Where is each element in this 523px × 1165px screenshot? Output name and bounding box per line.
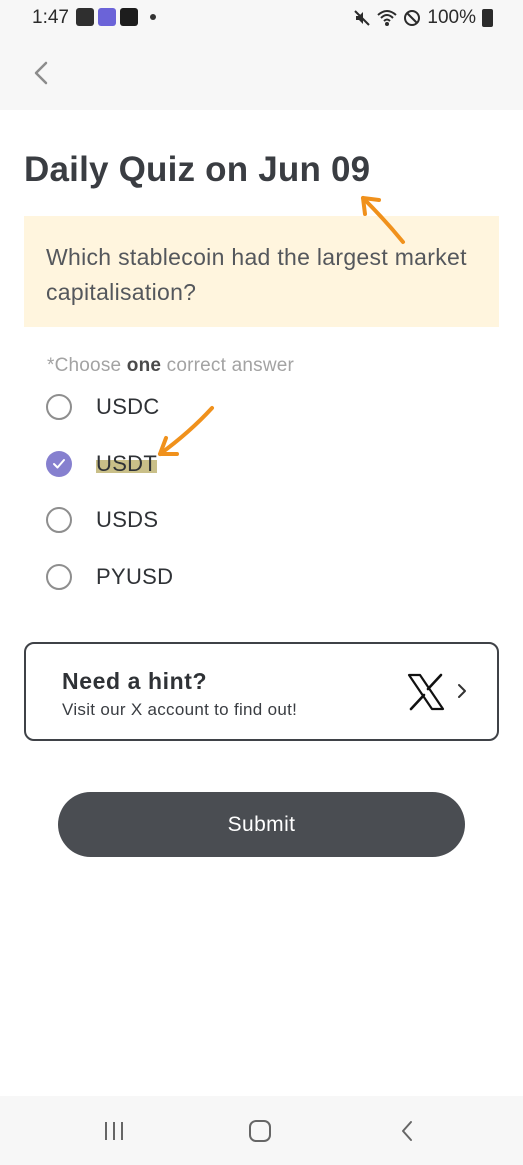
- instruction-suffix: correct answer: [161, 355, 295, 376]
- back-button[interactable]: [26, 56, 56, 90]
- instruction-emphasis: one: [126, 355, 162, 376]
- home-button[interactable]: [245, 1116, 275, 1146]
- status-icons-left: [76, 8, 156, 26]
- x-logo-icon: [407, 673, 445, 711]
- option-usds[interactable]: USDS: [46, 503, 158, 537]
- chevron-left-icon: [34, 61, 48, 85]
- option-pyusd[interactable]: PYUSD: [46, 560, 173, 594]
- battery-icon: [482, 9, 493, 27]
- radio-button[interactable]: [46, 564, 72, 590]
- app-header: [0, 36, 523, 110]
- option-usdt[interactable]: USDT: [46, 447, 158, 481]
- submit-button[interactable]: Submit: [58, 792, 465, 857]
- instruction-prefix: *Choose: [47, 355, 127, 376]
- question-box: Which stablecoin had the largest market …: [24, 216, 499, 327]
- recents-icon: [105, 1122, 123, 1140]
- chevron-right-icon: [458, 684, 466, 698]
- status-icons-right: 100%: [353, 7, 493, 29]
- battery-percent: 100%: [427, 7, 476, 28]
- radio-button[interactable]: [46, 394, 72, 420]
- instruction: *Choose one correct answer: [47, 355, 294, 377]
- app-icon: [98, 8, 116, 26]
- recents-button[interactable]: [99, 1116, 129, 1146]
- question-text: Which stablecoin had the largest market …: [46, 244, 467, 305]
- dot-icon: [150, 14, 156, 20]
- check-icon: [53, 459, 65, 469]
- hint-card[interactable]: Need a hint? Visit our X account to find…: [24, 642, 499, 741]
- back-icon: [402, 1121, 412, 1141]
- wifi-icon: [377, 10, 398, 26]
- nav-back-button[interactable]: [392, 1116, 422, 1146]
- home-icon: [249, 1120, 271, 1142]
- page-title: Daily Quiz on Jun 09: [24, 150, 371, 189]
- radio-button-checked[interactable]: [46, 451, 72, 477]
- hint-subtitle: Visit our X account to find out!: [62, 700, 298, 719]
- status-bar: 1:47 100%: [0, 0, 523, 36]
- hint-title: Need a hint?: [62, 668, 208, 694]
- annotation-arrow-option: [158, 406, 214, 456]
- option-label: PYUSD: [96, 564, 174, 589]
- option-label: USDT: [96, 451, 158, 477]
- radio-button[interactable]: [46, 507, 72, 533]
- option-label: USDS: [96, 507, 159, 532]
- dnd-icon: [404, 10, 421, 26]
- status-time: 1:47: [32, 7, 69, 28]
- option-usdc[interactable]: USDC: [46, 390, 160, 424]
- gallery-icon: [76, 8, 94, 26]
- app-icon: [120, 8, 138, 26]
- system-nav-bar: [0, 1096, 523, 1165]
- mute-icon: [354, 10, 371, 26]
- option-label: USDC: [96, 394, 160, 419]
